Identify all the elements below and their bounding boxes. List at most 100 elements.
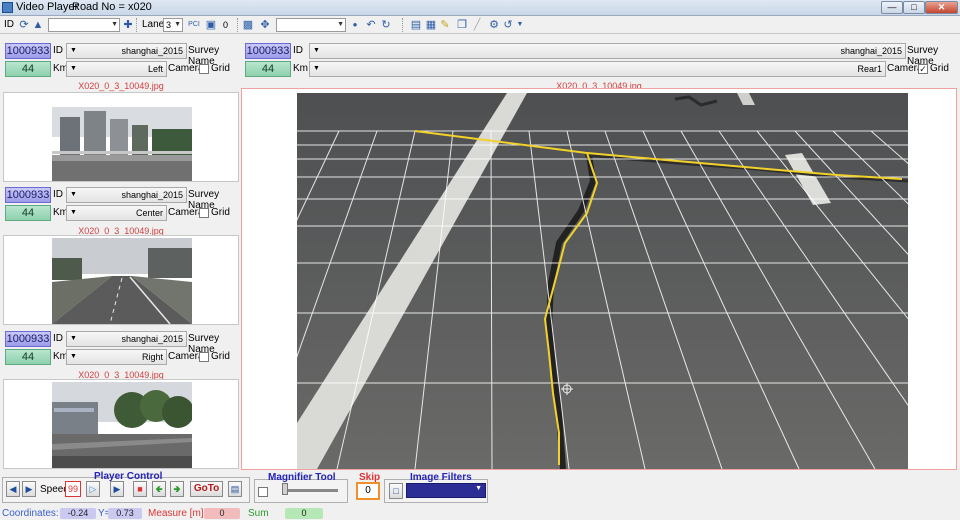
right-camera-value: Right [141, 352, 163, 362]
center-view-header-2: 44 Km ▼ Center Camera Grid [3, 205, 239, 222]
chevron-down-icon: ▼ [174, 21, 181, 28]
center-camera-image [52, 238, 192, 324]
app-icon [2, 2, 13, 13]
chevron-down-icon: ▼ [70, 191, 77, 198]
right-thumbnail-panel[interactable] [3, 379, 239, 469]
save-icon[interactable]: ▤ [228, 481, 242, 497]
main-km-label: Km [293, 63, 308, 74]
road-select[interactable]: ▼ [48, 18, 120, 32]
center-km-box[interactable]: 44 [5, 205, 51, 221]
left-survey-value: shanghai_2015 [121, 46, 183, 56]
pencil-icon[interactable]: ✎ [438, 18, 452, 32]
main-id-box[interactable]: 1000933 [245, 43, 291, 59]
speed-input[interactable]: 99 [65, 481, 81, 497]
right-id-box[interactable]: 1000933 [5, 331, 51, 347]
magnifier-slider[interactable] [282, 489, 338, 492]
left-camera-value: Left [147, 64, 163, 74]
main-survey-select[interactable]: ▼ shanghai_2015 [309, 43, 906, 59]
move-icon[interactable]: ✥ [258, 18, 272, 32]
toolbar: ID ⟳ ▲ ▼ ✚ Lane 3 ▼ PCI ▣ 0 ▩ ✥ ▼ ● ↶ ↻ ▤… [0, 16, 960, 34]
road-tool-icon[interactable]: ⟳ [17, 18, 31, 32]
toolbar-separator [237, 18, 239, 32]
play-reverse-button[interactable]: ▷ [86, 481, 100, 497]
status-bar: Coordinates: -0.24 Y= 0.73 Measure [m]: … [0, 506, 960, 520]
crosshair-icon[interactable]: ✚ [121, 18, 135, 32]
camera-icon[interactable]: ▣ [204, 18, 218, 32]
road-surface-image[interactable] [297, 93, 908, 469]
chevron-down-icon: ▼ [111, 21, 118, 28]
sum-value: 0 [285, 508, 323, 519]
left-grid-checkbox[interactable] [199, 64, 209, 74]
chevron-down-icon: ▼ [70, 65, 77, 72]
left-camera-image [52, 107, 192, 181]
line-icon[interactable]: ╱ [470, 18, 484, 32]
left-thumbnail-panel[interactable] [3, 92, 239, 182]
stop-button[interactable]: ■ [133, 481, 147, 497]
minimize-button[interactable]: — [881, 1, 903, 14]
main-grid-label: Grid [930, 63, 949, 74]
left-km-box[interactable]: 44 [5, 61, 51, 77]
settings-icon[interactable]: ⚙ [487, 18, 501, 32]
left-filename: X020_0_3_10049.jpg [78, 81, 164, 91]
window-icon[interactable]: ▤ [409, 18, 423, 32]
overflow-icon[interactable]: ▼ [513, 18, 527, 32]
chevron-down-icon: ▼ [337, 21, 344, 28]
center-grid-checkbox[interactable] [199, 208, 209, 218]
counter: 0 [220, 18, 236, 32]
right-grid-label: Grid [211, 351, 230, 362]
skip-input[interactable]: 0 [356, 482, 380, 500]
layer-select[interactable]: ▼ [276, 18, 346, 32]
step-back-button[interactable]: 🢀 [152, 481, 166, 497]
y-coordinate: 0.73 [108, 508, 142, 519]
right-camera-select[interactable]: ▼ Right [66, 349, 167, 365]
right-km-box[interactable]: 44 [5, 349, 51, 365]
left-id-box[interactable]: 1000933 [5, 43, 51, 59]
toolbar-id-label: ID [4, 19, 14, 30]
next-frame-button[interactable]: ▶ [22, 481, 36, 497]
right-grid-checkbox[interactable] [199, 352, 209, 362]
dot-icon[interactable]: ● [348, 18, 362, 32]
vehicle-icon[interactable]: ▲ [31, 18, 45, 32]
magnifier-slider-handle[interactable] [282, 483, 288, 495]
image-filter-select[interactable]: ▼ [406, 483, 486, 498]
main-camera-select[interactable]: ▼ Rear1 [309, 61, 886, 77]
title-bar: Video Player Road No = x020 — □ ✕ [0, 0, 960, 16]
map-icon[interactable]: ▩ [241, 18, 255, 32]
left-camera-select[interactable]: ▼ Left [66, 61, 167, 77]
chevron-down-icon: ▼ [70, 335, 77, 342]
left-survey-select[interactable]: ▼ shanghai_2015 [66, 43, 187, 59]
maximize-button[interactable]: □ [903, 1, 925, 14]
lane-value: 3 [166, 20, 172, 30]
lane-select[interactable]: 3 ▼ [163, 18, 183, 32]
center-id-box[interactable]: 1000933 [5, 187, 51, 203]
center-thumbnail-panel[interactable] [3, 235, 239, 325]
previous-frame-button[interactable]: ◀ [6, 481, 20, 497]
counter-value: 0 [223, 20, 229, 30]
left-view-header-2: 44 Km ▼ Left Camera Grid [3, 61, 239, 78]
chevron-down-icon: ▼ [313, 47, 320, 54]
left-view-header-1: 1000933 ID ▼ shanghai_2015 Survey Name [3, 43, 239, 67]
play-button[interactable]: ▶ [110, 481, 124, 497]
right-survey-select[interactable]: ▼ shanghai_2015 [66, 331, 187, 347]
center-camera-select[interactable]: ▼ Center [66, 205, 167, 221]
main-survey-value: shanghai_2015 [840, 46, 902, 56]
main-grid-checkbox[interactable]: ✓ [918, 64, 928, 74]
right-survey-value: shanghai_2015 [121, 334, 183, 344]
magnifier-title: Magnifier Tool [268, 472, 336, 483]
step-forward-button[interactable]: 🢂 [170, 481, 184, 497]
pci-icon[interactable]: PCI [187, 18, 201, 32]
grid-icon[interactable]: ▦ [424, 18, 438, 32]
copy-icon[interactable]: ❐ [455, 18, 469, 32]
close-button[interactable]: ✕ [925, 1, 958, 14]
main-image-view[interactable] [241, 88, 957, 470]
goto-button[interactable]: GoTo [190, 481, 223, 497]
center-survey-select[interactable]: ▼ shanghai_2015 [66, 187, 187, 203]
filter-icon[interactable]: □ [389, 483, 403, 499]
back-icon[interactable]: ↶ [364, 18, 378, 32]
main-km-box[interactable]: 44 [245, 61, 291, 77]
refresh-icon[interactable]: ↻ [379, 18, 393, 32]
main-header-row-2: 44 Km ▼ Rear1 Camera ✓ Grid [245, 61, 957, 78]
chevron-down-icon: ▼ [70, 47, 77, 54]
magnifier-checkbox[interactable] [258, 487, 268, 497]
right-id-label: ID [53, 333, 63, 344]
